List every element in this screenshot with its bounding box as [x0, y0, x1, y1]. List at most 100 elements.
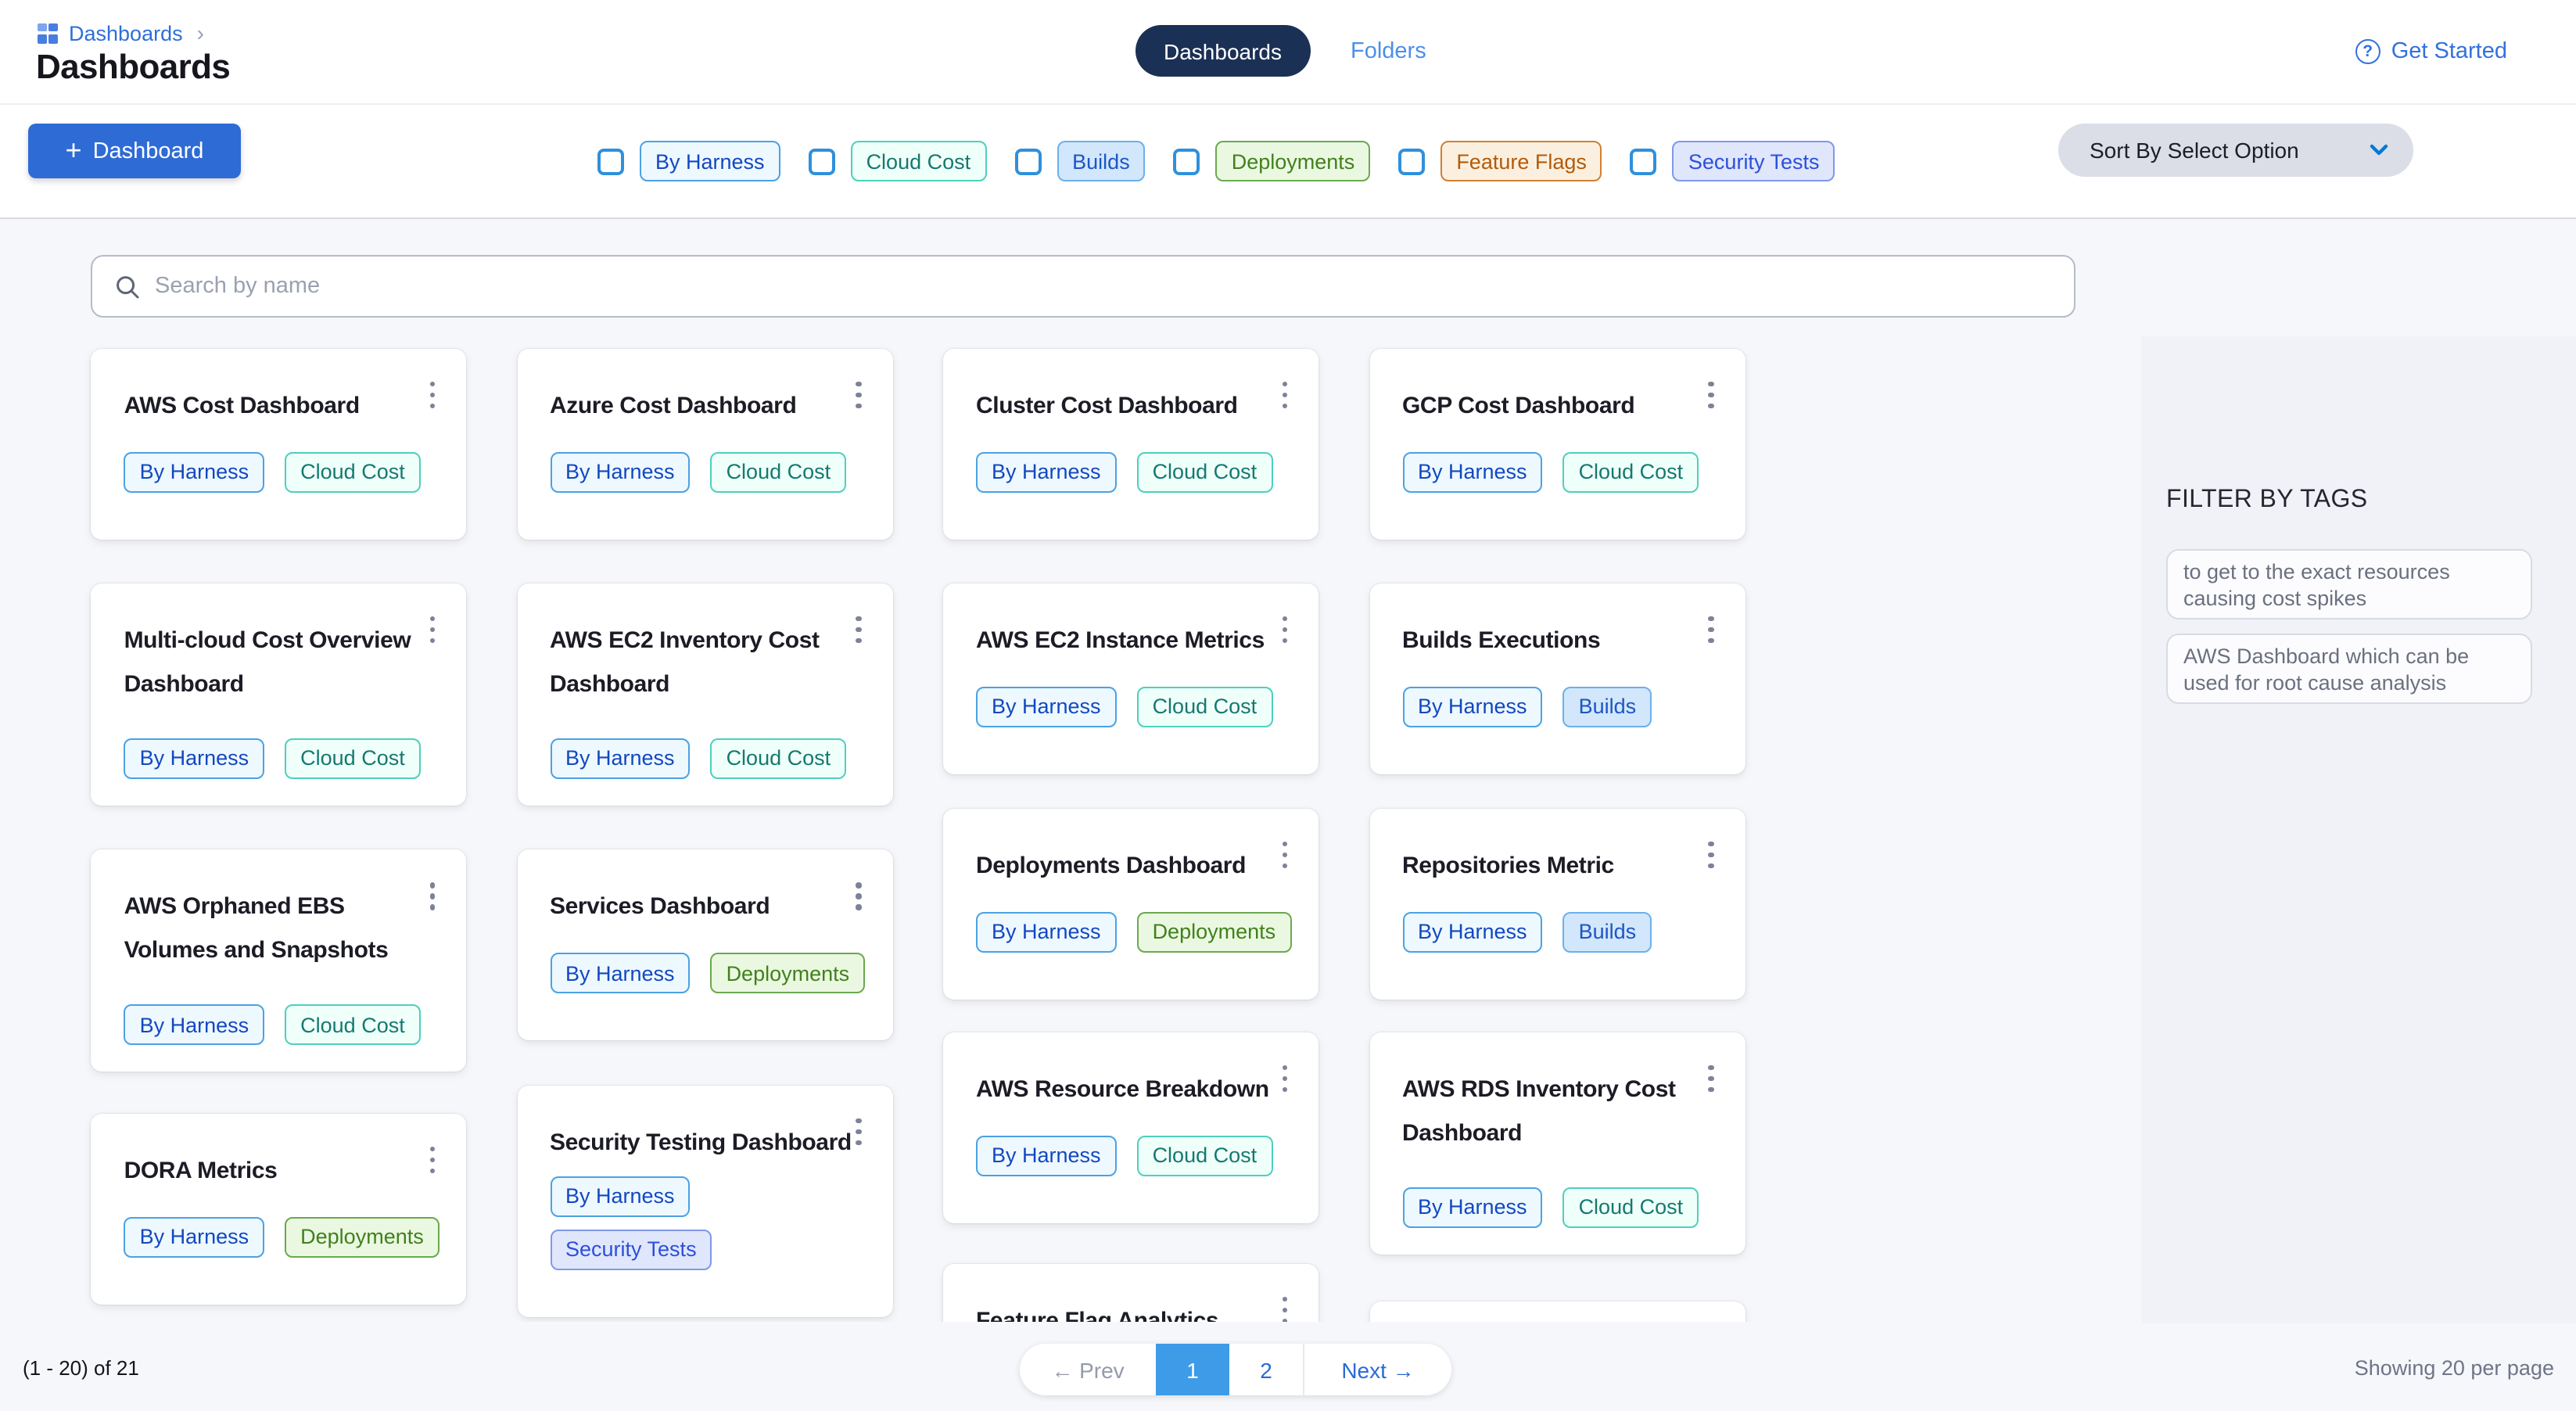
card-tags: By HarnessCloud Cost	[124, 738, 421, 779]
dashboard-card[interactable]: AWS Cost DashboardBy HarnessCloud Cost	[91, 348, 467, 539]
tag-cloud-cost: Cloud Cost	[285, 451, 421, 492]
help-icon: ?	[2355, 39, 2380, 64]
kebab-menu-icon[interactable]	[852, 879, 864, 913]
next-page-button[interactable]: Next →	[1304, 1344, 1451, 1395]
tag-cloud-cost: Cloud Cost	[711, 738, 847, 779]
dashboard-card[interactable]: Cluster Cost DashboardBy HarnessCloud Co…	[943, 348, 1318, 539]
kebab-menu-icon[interactable]	[852, 1115, 864, 1148]
dashboard-card[interactable]: Multi-cloud Cost Overview DashboardBy Ha…	[91, 583, 467, 806]
card-tags: By HarnessDeployments	[124, 1216, 439, 1257]
card-tags: By HarnessSecurity Tests	[550, 1176, 712, 1269]
tag-builds[interactable]: Builds	[1057, 141, 1146, 181]
tag-cloud-cost: Cloud Cost	[1137, 687, 1273, 727]
checkbox[interactable]	[1631, 148, 1657, 174]
card-tags: By HarnessCloud Cost	[976, 687, 1272, 727]
dashboard-card[interactable]: AWS Orphaned EBS Volumes and SnapshotsBy…	[91, 849, 467, 1072]
search-bar[interactable]	[91, 255, 2076, 318]
tag-by-harness: By Harness	[550, 738, 691, 779]
tag-deployments[interactable]: Deployments	[1216, 141, 1371, 181]
kebab-menu-icon[interactable]	[852, 378, 864, 411]
dashboard-card[interactable]	[1369, 1301, 1745, 1322]
kebab-menu-icon[interactable]	[427, 1143, 439, 1176]
card-tags: By HarnessCloud Cost	[1402, 451, 1699, 492]
breadcrumb[interactable]: Dashboards ›	[38, 20, 204, 45]
kebab-menu-icon[interactable]	[1279, 378, 1290, 411]
dashboard-card[interactable]: AWS RDS Inventory Cost DashboardBy Harne…	[1369, 1032, 1745, 1254]
kebab-menu-icon[interactable]	[1705, 838, 1717, 871]
kebab-menu-icon[interactable]	[1279, 613, 1290, 647]
tag-cloud-cost: Cloud Cost	[711, 451, 847, 492]
tag-by-harness: By Harness	[550, 1176, 691, 1216]
search-input[interactable]	[155, 274, 2074, 299]
kebab-menu-icon[interactable]	[1279, 1061, 1290, 1095]
page-button-2[interactable]: 2	[1229, 1344, 1303, 1395]
checkbox[interactable]	[1398, 148, 1425, 174]
plus-icon: +	[66, 135, 82, 163]
dashboard-card[interactable]: GCP Cost Dashboard By HarnessCloud Cost	[1369, 348, 1745, 539]
tag-by-harness: By Harness	[976, 451, 1117, 492]
get-started-link[interactable]: ? Get Started	[2355, 39, 2507, 64]
dashboard-card[interactable]: Repositories MetricBy HarnessBuilds	[1369, 808, 1745, 999]
kebab-menu-icon[interactable]	[1279, 838, 1290, 871]
kebab-menu-icon[interactable]	[427, 613, 439, 647]
tag-cloud-cost: Cloud Cost	[285, 1004, 421, 1045]
filter-builds[interactable]: Builds	[1014, 141, 1146, 181]
tag-deployments: Deployments	[1137, 911, 1292, 952]
tab-folders[interactable]: Folders	[1351, 38, 1426, 63]
kebab-menu-icon[interactable]	[427, 879, 439, 913]
card-tags: By HarnessCloud Cost	[124, 451, 421, 492]
kebab-menu-icon[interactable]	[852, 613, 864, 647]
tag-feature-flags[interactable]: Feature Flags	[1440, 141, 1602, 181]
new-dashboard-button[interactable]: + Dashboard	[28, 124, 241, 178]
tag-by-harness: By Harness	[1402, 451, 1543, 492]
filter-cloud-cost[interactable]: Cloud Cost	[809, 141, 987, 181]
filter-feature-flags[interactable]: Feature Flags	[1398, 141, 1602, 181]
kebab-menu-icon[interactable]	[1705, 378, 1717, 411]
kebab-menu-icon[interactable]	[1705, 613, 1717, 647]
tab-bar: Dashboards Folders	[1136, 25, 1426, 77]
card-tags: By HarnessBuilds	[1402, 687, 1652, 727]
tag-deployments: Deployments	[285, 1216, 439, 1257]
dashboard-card[interactable]: Services DashboardBy HarnessDeployments	[517, 849, 892, 1040]
checkbox[interactable]	[1174, 148, 1200, 174]
tag-by-harness: By Harness	[976, 1135, 1117, 1176]
dashboard-card[interactable]: Azure Cost DashboardBy HarnessCloud Cost	[517, 348, 892, 539]
page-title: Dashboards	[36, 47, 230, 88]
prev-page-button[interactable]: ← Prev	[1020, 1344, 1156, 1395]
checkbox[interactable]	[1014, 148, 1041, 174]
dashboard-card[interactable]: Feature Flag Analytics	[943, 1263, 1318, 1322]
tag-by-harness[interactable]: By Harness	[640, 141, 780, 181]
checkbox[interactable]	[597, 148, 624, 174]
filter-by-tags-panel: FILTER BY TAGS to get to the exact resou…	[2140, 336, 2576, 1323]
card-title: DORA Metrics	[124, 1149, 437, 1193]
tag-cloud-cost: Cloud Cost	[1137, 451, 1273, 492]
card-tags: By HarnessBuilds	[1402, 911, 1652, 952]
breadcrumb-dashboards-link[interactable]: Dashboards	[69, 21, 183, 45]
filter-security-tests[interactable]: Security Tests	[1631, 141, 1835, 181]
card-title: GCP Cost Dashboard	[1402, 384, 1715, 428]
kebab-menu-icon[interactable]	[427, 378, 439, 411]
filter-by-harness[interactable]: By Harness	[597, 141, 780, 181]
filter-deployments[interactable]: Deployments	[1174, 141, 1371, 181]
main-content: AWS Cost DashboardBy HarnessCloud Cost Mu…	[0, 219, 2576, 1411]
sidebar-tag[interactable]: to get to the exact resources causing co…	[2166, 549, 2532, 619]
dashboard-card[interactable]: AWS EC2 Instance MetricsBy HarnessCloud …	[943, 583, 1318, 774]
new-dashboard-label: Dashboard	[93, 138, 204, 163]
page-button-1[interactable]: 1	[1156, 1344, 1229, 1395]
dashboard-card[interactable]: AWS EC2 Inventory Cost DashboardBy Harne…	[517, 583, 892, 806]
sort-by-dropdown[interactable]: Sort By Select Option	[2058, 124, 2413, 177]
card-title: Security Testing Dashboard	[550, 1121, 863, 1165]
dashboard-card[interactable]: Security Testing Dashboard By HarnessSecu…	[517, 1085, 892, 1316]
tag-cloud-cost: Cloud Cost	[285, 738, 421, 779]
kebab-menu-icon[interactable]	[1279, 1293, 1290, 1322]
kebab-menu-icon[interactable]	[1705, 1061, 1717, 1095]
dashboard-card[interactable]: Builds ExecutionsBy HarnessBuilds	[1369, 583, 1745, 774]
dashboard-card[interactable]: AWS Resource BreakdownBy HarnessCloud Co…	[943, 1032, 1318, 1223]
checkbox[interactable]	[809, 148, 835, 174]
dashboard-card[interactable]: Deployments DashboardBy HarnessDeploymen…	[943, 808, 1318, 999]
sidebar-tag[interactable]: AWS Dashboard which can be used for root…	[2166, 634, 2532, 704]
tag-security-tests[interactable]: Security Tests	[1673, 141, 1835, 181]
tab-dashboards[interactable]: Dashboards	[1136, 25, 1310, 77]
dashboard-card[interactable]: DORA Metrics By HarnessDeployments	[91, 1113, 467, 1304]
tag-cloud-cost[interactable]: Cloud Cost	[851, 141, 987, 181]
